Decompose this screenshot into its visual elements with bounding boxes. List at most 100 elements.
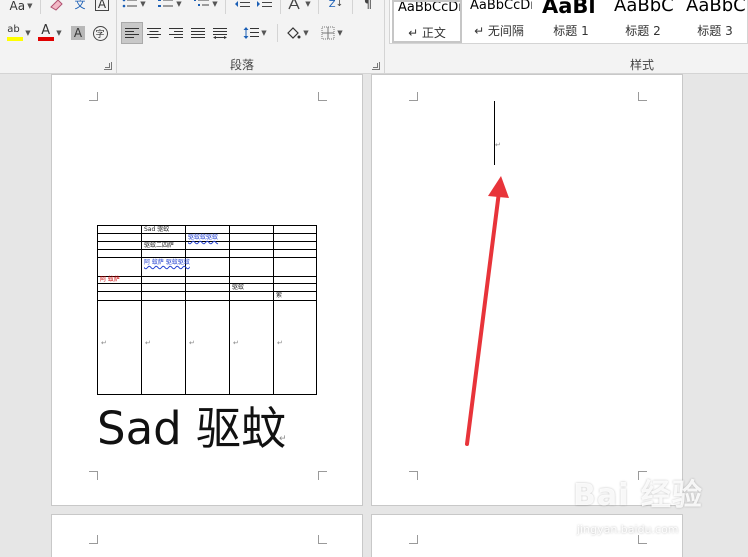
table-cell-text: Sad 驱蚊 (144, 226, 170, 233)
style-heading-1[interactable]: AaBl 标题 1 (538, 0, 604, 43)
table-cell-text: 萦 (276, 292, 283, 299)
baidu-jingyan-watermark: Bai 经验 jingyan.baidu.com (573, 470, 745, 542)
bullet-list-icon (122, 0, 138, 8)
separator (225, 0, 226, 14)
styles-group-label: 样式 (630, 58, 655, 72)
margin-corner-mark (409, 535, 418, 544)
distributed-button[interactable] (210, 23, 230, 43)
separator (384, 0, 385, 74)
chevron-down-icon: ▼ (140, 0, 146, 8)
table-cell-text: 驱蚊二四萨 (144, 242, 175, 249)
table-row-line (98, 249, 316, 250)
paragraph-mark: ↵ (101, 339, 107, 347)
justify-icon (191, 28, 205, 38)
document-table[interactable]: Sad 驱蚊 驱蚊蚊驱蚊 驱蚊二四萨 阿 蚊萨 驱蚊驱蚊 阿 蚊萨 驱蚊 萦 ↵… (97, 225, 317, 395)
table-col-line (273, 226, 274, 394)
style-name: 标题 3 (697, 24, 733, 38)
line-spacing-button[interactable]: ▼ (240, 23, 270, 43)
margin-corner-mark (409, 471, 418, 480)
align-center-button[interactable] (144, 23, 164, 43)
separator (318, 0, 319, 14)
chinese-layout-button[interactable]: ▼ (286, 0, 312, 14)
table-col-line (141, 226, 142, 394)
table-cell-text: 驱蚊 (232, 284, 245, 291)
increase-indent-button[interactable] (254, 0, 274, 14)
justify-button[interactable] (188, 23, 208, 43)
paragraph-group-label: 段落 (230, 58, 255, 72)
chevron-down-icon: ▼ (27, 2, 33, 10)
character-border-label: A (94, 0, 110, 11)
page-3[interactable] (51, 514, 363, 557)
decrease-indent-button[interactable] (232, 0, 252, 14)
font-dialog-launcher-icon[interactable] (104, 62, 112, 70)
text-highlight-color-button[interactable]: ab ▼ (2, 23, 36, 43)
style-heading-3[interactable]: AaBbC 标题 3 (682, 0, 747, 43)
multilevel-list-button[interactable]: ▼ (194, 0, 218, 14)
align-left-button[interactable] (121, 22, 143, 44)
align-right-icon (169, 28, 183, 38)
style-heading-2[interactable]: AaBbC 标题 2 (610, 0, 676, 43)
align-right-button[interactable] (166, 23, 186, 43)
table-cell-text: 阿 蚊萨 (100, 276, 120, 283)
character-shading-button[interactable]: A (68, 23, 88, 43)
show-hide-marks-button[interactable]: ¶ (358, 0, 378, 14)
font-color-button[interactable]: A ▼ (34, 23, 66, 43)
paragraph-mark: ↵ (189, 339, 195, 347)
multilevel-list-icon (194, 0, 210, 6)
borders-button[interactable]: ▼ (316, 23, 348, 43)
style-normal[interactable]: AaBbCcDı ↵ 正文 (392, 0, 462, 43)
margin-corner-mark (409, 92, 418, 101)
margin-corner-mark (89, 92, 98, 101)
separator (40, 0, 41, 14)
highlight-color-swatch (7, 37, 24, 41)
style-sample: AaBbCcDı (470, 0, 532, 13)
table-col-line (185, 226, 186, 394)
page-2[interactable] (371, 74, 683, 506)
phonetic-guide-button[interactable]: 文 (70, 0, 90, 14)
shading-button[interactable]: ▼ (282, 23, 312, 43)
ribbon: Aa ▼ 文 A ▼ ▼ ▼ ▼ Z ↓ ¶ ab ▼ A ▼ A 字 ▼ ▼ … (0, 0, 748, 74)
chevron-down-icon: ▼ (303, 29, 309, 37)
margin-corner-mark (318, 535, 327, 544)
chevron-down-icon: ▼ (25, 29, 31, 37)
style-sample: AaBbC (614, 0, 674, 16)
separator (280, 0, 281, 14)
bullets-button[interactable]: ▼ (122, 0, 146, 14)
align-left-icon (125, 28, 139, 38)
table-row-line (98, 241, 316, 242)
chinese-layout-icon (288, 0, 300, 10)
paragraph-mark-icon: ¶ (363, 0, 373, 12)
watermark-main-text: Bai 经验 (573, 478, 703, 513)
style-no-spacing[interactable]: AaBbCcDı ↵ 无间隔 (466, 0, 532, 43)
character-border-button[interactable]: A (92, 0, 112, 14)
text-cursor (494, 101, 495, 165)
table-row-line (98, 300, 316, 301)
sort-label: Z (328, 0, 336, 10)
clear-formatting-button[interactable] (47, 0, 67, 14)
change-case-button[interactable]: Aa ▼ (6, 0, 36, 16)
paragraph-mark: ↵ (277, 339, 283, 347)
chevron-down-icon: ▼ (337, 29, 343, 37)
enclose-characters-button[interactable]: 字 (90, 23, 110, 43)
margin-corner-mark (89, 471, 98, 480)
font-color-icon: A (38, 23, 55, 42)
phonetic-guide-label: 文 (74, 0, 86, 11)
table-cell-text: 驱蚊蚊驱蚊 (188, 234, 219, 241)
margin-corner-mark (638, 92, 647, 101)
numbered-list-icon (158, 0, 174, 7)
styles-gallery: AaBbCcDı ↵ 正文 AaBbCcDı ↵ 无间隔 AaBl 标题 1 A… (389, 0, 748, 44)
numbering-button[interactable]: ▼ (158, 0, 182, 14)
table-row-line (98, 283, 316, 284)
paragraph-dialog-launcher-icon[interactable] (372, 62, 380, 70)
table-cell-text: 阿 蚊萨 驱蚊驱蚊 (144, 259, 190, 266)
paragraph-mark: ↵ (233, 339, 239, 347)
annotation-arrow-icon (465, 176, 509, 446)
sort-button[interactable]: Z ↓ (326, 0, 346, 14)
table-row-line (98, 257, 316, 258)
increase-indent-icon (257, 1, 272, 7)
document-body-text[interactable]: Sad 驱蚊 (97, 401, 286, 457)
table-col-line (229, 226, 230, 394)
table-row-line (98, 291, 316, 292)
margin-corner-mark (318, 92, 327, 101)
style-sample: AaBl (542, 0, 596, 18)
